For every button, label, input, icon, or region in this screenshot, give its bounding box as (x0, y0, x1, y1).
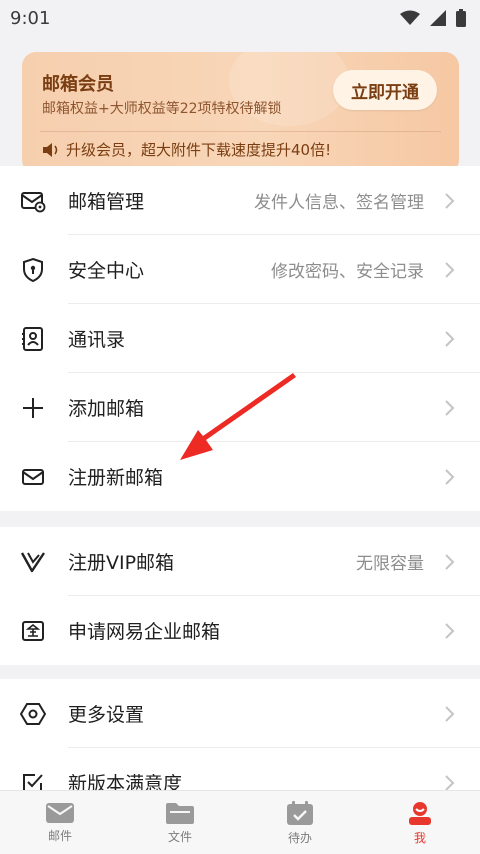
chevron-right-icon (445, 774, 455, 791)
vip-notice[interactable]: 升级会员，超大附件下载速度提升40倍! (42, 139, 331, 160)
mail-icon (46, 802, 74, 823)
calendar-check-icon (287, 800, 313, 825)
menu-item-detail: 修改密码、安全记录 (271, 262, 424, 282)
status-icons (400, 9, 466, 27)
nav-label: 我 (413, 830, 426, 845)
nav-tab-files[interactable]: 文件 (120, 791, 240, 854)
menu-item-detail: 发件人信息、签名管理 (254, 193, 424, 213)
menu-item-label: 申请网易企业邮箱 (68, 621, 221, 643)
nav-label: 文件 (167, 829, 192, 844)
menu-item-label: 安全中心 (68, 260, 145, 282)
menu-item-label: 邮箱管理 (68, 191, 145, 213)
speaker-icon (43, 142, 58, 157)
shield-icon (20, 257, 46, 283)
nav-label: 邮件 (47, 828, 72, 843)
plus-icon (20, 395, 46, 421)
menu-item-enterprise-mailbox[interactable]: 申请网易企业邮箱 (0, 596, 480, 665)
menu-item-more-settings[interactable]: 更多设置 (0, 679, 480, 748)
vip-title: 邮箱会员 (42, 74, 114, 95)
nav-tab-todo[interactable]: 待办 (240, 791, 360, 854)
menu-item-label: 注册VIP邮箱 (68, 552, 175, 574)
cellular-signal-icon (430, 10, 446, 26)
battery-icon (456, 9, 466, 27)
nav-tab-me[interactable]: 我 (360, 791, 480, 854)
chevron-right-icon (445, 553, 455, 570)
chevron-right-icon (445, 261, 455, 278)
bottom-nav: 邮件 文件 待办 我 (0, 790, 480, 854)
folder-icon (166, 802, 194, 824)
chevron-right-icon (445, 192, 455, 209)
activate-vip-button[interactable]: 立即开通 (333, 70, 437, 110)
vip-notice-text: 升级会员，超大附件下载速度提升40倍! (66, 141, 332, 159)
menu-group-account: 邮箱管理 发件人信息、签名管理 安全中心 修改密码、安全记录 通讯录 添加邮箱 … (0, 166, 480, 511)
chevron-right-icon (445, 399, 455, 416)
envelope-icon (20, 464, 46, 490)
hexagon-settings-icon (20, 701, 46, 727)
menu-item-mailbox-management[interactable]: 邮箱管理 发件人信息、签名管理 (0, 166, 480, 235)
menu-item-label: 添加邮箱 (68, 398, 145, 420)
menu-item-register-new-mailbox[interactable]: 注册新邮箱 (0, 442, 480, 511)
menu-item-register-vip-mailbox[interactable]: 注册VIP邮箱 无限容量 (0, 527, 480, 596)
vip-logo-icon (20, 549, 46, 575)
wifi-icon (400, 10, 420, 25)
mail-settings-icon (20, 188, 46, 214)
nav-label: 待办 (287, 830, 312, 845)
menu-group-register: 注册VIP邮箱 无限容量 申请网易企业邮箱 (0, 527, 480, 665)
menu-item-contacts[interactable]: 通讯录 (0, 304, 480, 373)
vip-banner[interactable]: 邮箱会员 邮箱权益+大师权益等22项特权待解锁 立即开通 升级会员，超大附件下载… (22, 52, 459, 174)
enterprise-icon (20, 618, 46, 644)
nav-tab-mail[interactable]: 邮件 (0, 791, 120, 854)
chevron-right-icon (445, 705, 455, 722)
status-time: 9:01 (10, 7, 51, 29)
chevron-right-icon (445, 622, 455, 639)
status-bar: 9:01 (0, 0, 480, 36)
menu-item-label: 通讯录 (68, 329, 126, 351)
vip-divider (40, 131, 441, 132)
contacts-icon (20, 326, 46, 352)
menu-item-label: 更多设置 (68, 704, 145, 726)
menu-item-security-center[interactable]: 安全中心 修改密码、安全记录 (0, 235, 480, 304)
menu-item-add-mailbox[interactable]: 添加邮箱 (0, 373, 480, 442)
vip-subtitle: 邮箱权益+大师权益等22项特权待解锁 (42, 101, 282, 117)
menu-item-label: 注册新邮箱 (68, 467, 164, 489)
chevron-right-icon (445, 330, 455, 347)
chevron-right-icon (445, 468, 455, 485)
menu-item-detail: 无限容量 (356, 554, 424, 574)
profile-icon (409, 801, 431, 825)
